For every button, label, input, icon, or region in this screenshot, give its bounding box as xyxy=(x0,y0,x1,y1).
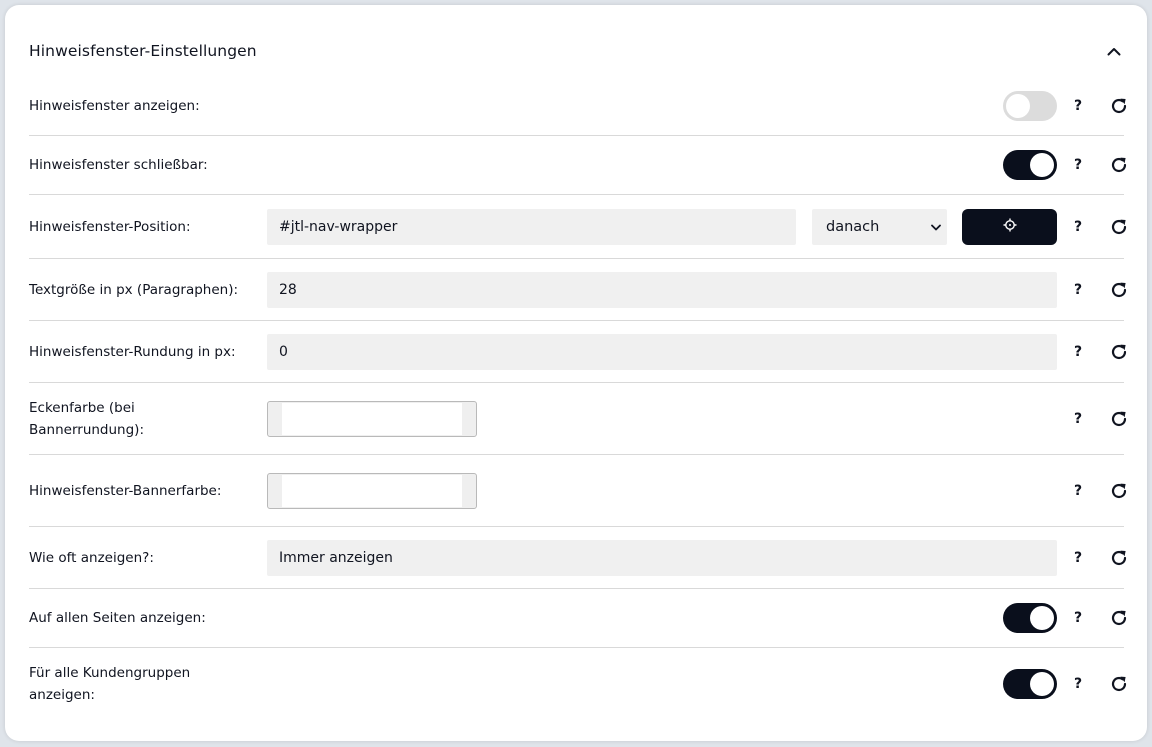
reset-icon[interactable] xyxy=(1109,409,1129,429)
closable-toggle[interactable] xyxy=(1003,150,1057,180)
row-textsize: Textgröße in px (Paragraphen): 28 ? xyxy=(29,259,1127,321)
toggle-knob xyxy=(1006,94,1030,118)
rounding-input[interactable]: 0 xyxy=(267,333,1057,370)
settings-card: Hinweisfenster-Einstellungen Hinweisfens… xyxy=(5,5,1147,741)
corner-color-picker[interactable] xyxy=(267,400,477,437)
help-icon[interactable]: ? xyxy=(1071,219,1085,235)
row-rounding: Hinweisfenster-Rundung in px: 0 ? xyxy=(29,321,1127,383)
row-label: Für alle Kundengruppen anzeigen: xyxy=(29,665,191,703)
element-picker-button[interactable] xyxy=(962,208,1057,245)
help-icon[interactable]: ? xyxy=(1071,282,1085,298)
row-closable: Hinweisfenster schließbar: ? xyxy=(29,136,1127,195)
help-icon[interactable]: ? xyxy=(1071,157,1085,173)
reset-icon[interactable] xyxy=(1109,280,1129,300)
frequency-select[interactable]: Immer anzeigen xyxy=(267,539,1057,576)
all-customer-groups-toggle[interactable] xyxy=(1003,669,1057,699)
row-label: Hinweisfenster-Rundung in px: xyxy=(29,343,236,360)
reset-icon[interactable] xyxy=(1109,548,1129,568)
toggle-knob xyxy=(1030,606,1054,630)
row-label: Hinweisfenster schließbar: xyxy=(29,157,208,173)
reset-icon[interactable] xyxy=(1109,481,1129,501)
row-label: Wie oft anzeigen?: xyxy=(29,549,154,566)
help-icon[interactable]: ? xyxy=(1071,610,1085,626)
help-icon[interactable]: ? xyxy=(1071,550,1085,566)
placement-select[interactable]: danach xyxy=(812,208,947,245)
reset-icon[interactable] xyxy=(1109,342,1129,362)
row-label: Eckenfarbe (bei Bannerrundung): xyxy=(29,399,144,438)
row-label: Textgröße in px (Paragraphen): xyxy=(29,281,239,298)
toggle-knob xyxy=(1030,153,1054,177)
row-frequency: Wie oft anzeigen?: Immer anzeigen ? xyxy=(29,527,1127,589)
show-popup-toggle[interactable] xyxy=(1003,91,1057,121)
row-label: Hinweisfenster anzeigen: xyxy=(29,98,200,114)
row-corner-color: Eckenfarbe (bei Bannerrundung): ? xyxy=(29,383,1127,455)
color-swatch xyxy=(282,402,462,435)
crosshair-icon xyxy=(1003,217,1017,236)
row-all-customer-groups: Für alle Kundengruppen anzeigen: ? xyxy=(29,648,1127,720)
banner-color-picker[interactable] xyxy=(267,472,477,509)
color-swatch xyxy=(282,474,462,507)
section-title: Hinweisfenster-Einstellungen xyxy=(29,42,257,60)
position-selector-input[interactable]: #jtl-nav-wrapper xyxy=(267,208,796,245)
help-icon[interactable]: ? xyxy=(1071,676,1085,692)
help-icon[interactable]: ? xyxy=(1071,98,1085,114)
help-icon[interactable]: ? xyxy=(1071,411,1085,427)
textsize-input[interactable]: 28 xyxy=(267,271,1057,308)
toggle-knob xyxy=(1030,672,1054,696)
row-label: Hinweisfenster-Position: xyxy=(29,218,191,235)
help-icon[interactable]: ? xyxy=(1071,483,1085,499)
help-icon[interactable]: ? xyxy=(1071,344,1085,360)
chevron-down-icon xyxy=(931,219,941,235)
reset-icon[interactable] xyxy=(1109,608,1129,628)
row-label: Auf allen Seiten anzeigen: xyxy=(29,610,206,626)
all-pages-toggle[interactable] xyxy=(1003,603,1057,633)
row-banner-color: Hinweisfenster-Bannerfarbe: ? xyxy=(29,455,1127,527)
placement-value: danach xyxy=(826,218,880,235)
reset-icon[interactable] xyxy=(1109,155,1129,175)
reset-icon[interactable] xyxy=(1109,217,1129,237)
reset-icon[interactable] xyxy=(1109,96,1129,116)
section-header[interactable]: Hinweisfenster-Einstellungen xyxy=(29,33,1123,69)
chevron-up-icon[interactable] xyxy=(1105,42,1123,60)
row-all-pages: Auf allen Seiten anzeigen: ? xyxy=(29,589,1127,648)
row-position: Hinweisfenster-Position: #jtl-nav-wrappe… xyxy=(29,195,1127,259)
row-show-popup: Hinweisfenster anzeigen: ? xyxy=(29,77,1127,136)
reset-icon[interactable] xyxy=(1109,674,1129,694)
row-label: Hinweisfenster-Bannerfarbe: xyxy=(29,482,222,499)
